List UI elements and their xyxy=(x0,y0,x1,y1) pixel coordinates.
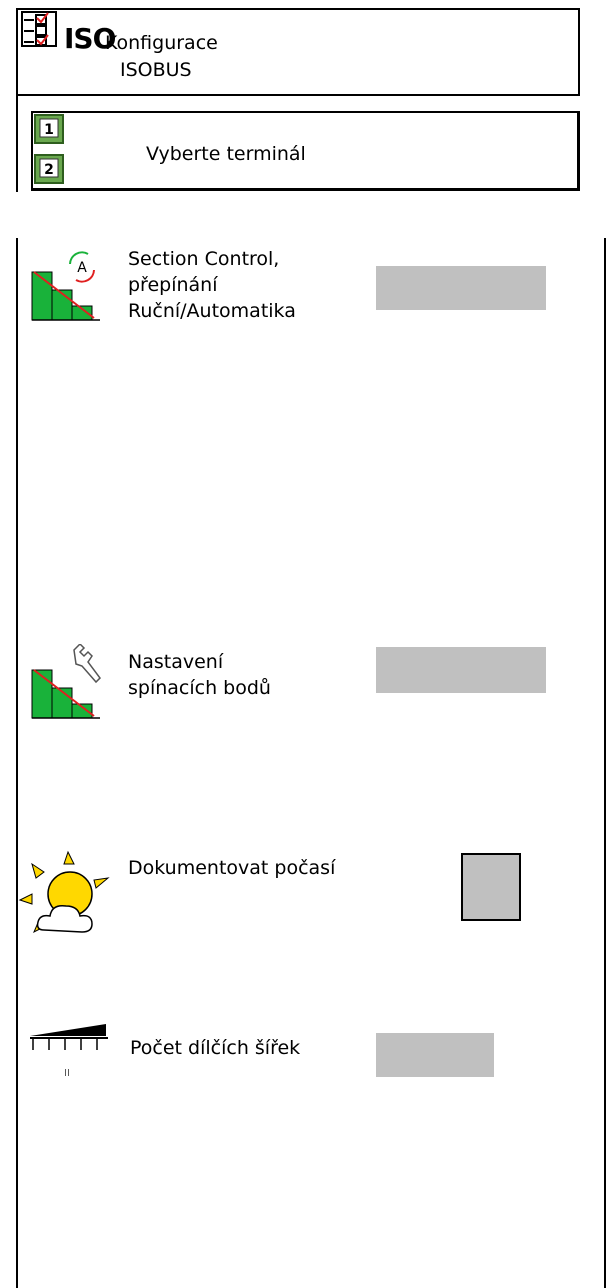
section-control-value-field[interactable] xyxy=(376,266,546,310)
panel-right-border xyxy=(604,238,606,1288)
section-control-label-2: přepínání xyxy=(128,274,218,296)
weather-checkbox[interactable] xyxy=(461,853,521,921)
section-control-label-1: Section Control, xyxy=(128,248,280,270)
svg-text:1: 1 xyxy=(44,122,54,138)
switch-points-label-1: Nastavení xyxy=(128,651,224,673)
terminal-select-label: Vyberte terminál xyxy=(146,143,306,165)
sections-count-label: Počet dílčích šířek xyxy=(130,1037,301,1059)
section-control-label-3: Ruční/Automatika xyxy=(128,300,296,322)
boom-sections-icon: II xyxy=(30,1024,108,1078)
weather-label: Dokumentovat počasí xyxy=(128,857,336,879)
svg-text:2: 2 xyxy=(44,162,54,178)
panel-left-border xyxy=(16,238,18,1288)
frame-line xyxy=(16,96,18,192)
switch-points-value-field[interactable] xyxy=(376,647,546,693)
page-title: Konfigurace xyxy=(105,32,218,54)
header-divider xyxy=(16,94,580,96)
config-list-icon xyxy=(21,11,57,47)
svg-text:II: II xyxy=(64,1068,70,1078)
terminal-icon: 2 xyxy=(34,154,64,184)
svg-text:A: A xyxy=(77,260,87,276)
page-subtitle: ISOBUS xyxy=(120,59,192,81)
sections-count-value-field[interactable] xyxy=(376,1033,494,1077)
switch-points-wrench-icon xyxy=(31,644,101,719)
terminal-icon: 1 xyxy=(34,114,64,144)
section-control-auto-icon: A xyxy=(31,251,100,321)
switch-points-label-2: spínacích bodů xyxy=(128,677,271,699)
sun-cloud-icon xyxy=(18,850,110,934)
